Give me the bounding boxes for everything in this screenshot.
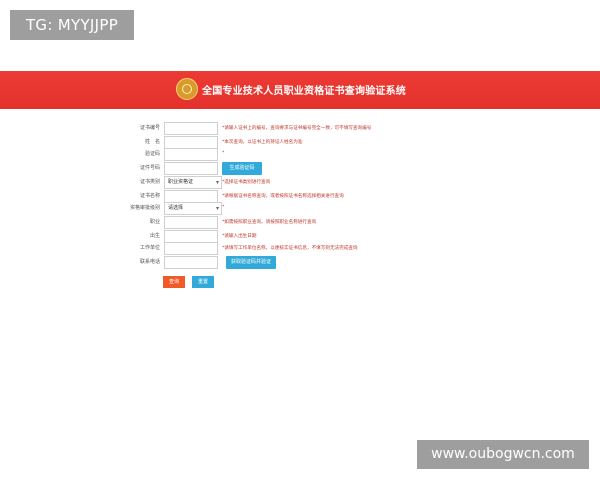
- select-value: 请选择: [168, 205, 184, 211]
- field-hint: *请根据证书名称查询，或者按照证书名称选择相关进行查询: [222, 194, 344, 199]
- field-label: 证书类别: [139, 179, 160, 185]
- field-label: 职业: [149, 219, 160, 225]
- generate-captcha-button[interactable]: 生成验证码: [222, 162, 262, 175]
- emblem-seal-icon: [176, 78, 198, 100]
- field-hint: *选择证书类别进行查询: [222, 180, 271, 185]
- field-label: 联系电话: [139, 259, 160, 265]
- field-hint: *请填写工作单位名称，以便核实证书信息，不填写则无法完成查询: [222, 246, 358, 251]
- field-label: 工作单位: [139, 245, 160, 251]
- certificate-type-select[interactable]: 职业资格证 ▾: [164, 176, 222, 189]
- field-hint: *本次查询，以证书上的持证人姓名为准: [222, 140, 303, 145]
- field-label: 验证码: [144, 151, 160, 157]
- certificate-number-input[interactable]: [164, 122, 218, 135]
- form-row-phone: 联系电话 获取验证码并验证: [0, 256, 600, 272]
- submit-button[interactable]: 查询: [163, 276, 185, 288]
- field-label: 姓 名: [144, 139, 160, 145]
- field-label: 证书名称: [139, 193, 160, 199]
- field-hint: *: [222, 205, 225, 210]
- field-hint: *请输入出生日期: [222, 234, 257, 239]
- header-banner: 全国专业技术人员职业资格证书查询验证系统: [0, 71, 600, 109]
- captcha-input[interactable]: [164, 148, 218, 161]
- watermark-badge: www.oubogwcn.com: [417, 440, 589, 469]
- chevron-down-icon: ▾: [215, 179, 219, 186]
- form-actions: 查询 重置: [0, 276, 600, 290]
- occupation-input[interactable]: [164, 216, 218, 229]
- approval-level-select[interactable]: 请选择 ▾: [164, 202, 222, 215]
- field-hint: *如需按照职业查询，请按照职业名称进行查询: [222, 220, 317, 225]
- employer-input[interactable]: [164, 242, 218, 255]
- field-label: 资格审批级别: [129, 205, 160, 211]
- verify-button[interactable]: 获取验证码并验证: [226, 256, 276, 269]
- chevron-down-icon: ▾: [215, 205, 219, 212]
- field-hint: *: [222, 151, 225, 156]
- id-number-input[interactable]: [164, 162, 218, 175]
- field-hint: *请输入证书上的编号，查询要求与证书编号完全一致，可不填写查询编号: [222, 126, 372, 131]
- page-title: 全国专业技术人员职业资格证书查询验证系统: [202, 86, 406, 97]
- corner-badge: TG: MYYJJPP: [10, 10, 134, 40]
- reset-button[interactable]: 重置: [192, 276, 214, 288]
- phone-input[interactable]: [164, 256, 218, 269]
- select-value: 职业资格证: [168, 179, 194, 185]
- field-label: 证书编号: [139, 125, 160, 131]
- field-label: 证件号码: [139, 165, 160, 171]
- field-label: 出生: [149, 233, 160, 239]
